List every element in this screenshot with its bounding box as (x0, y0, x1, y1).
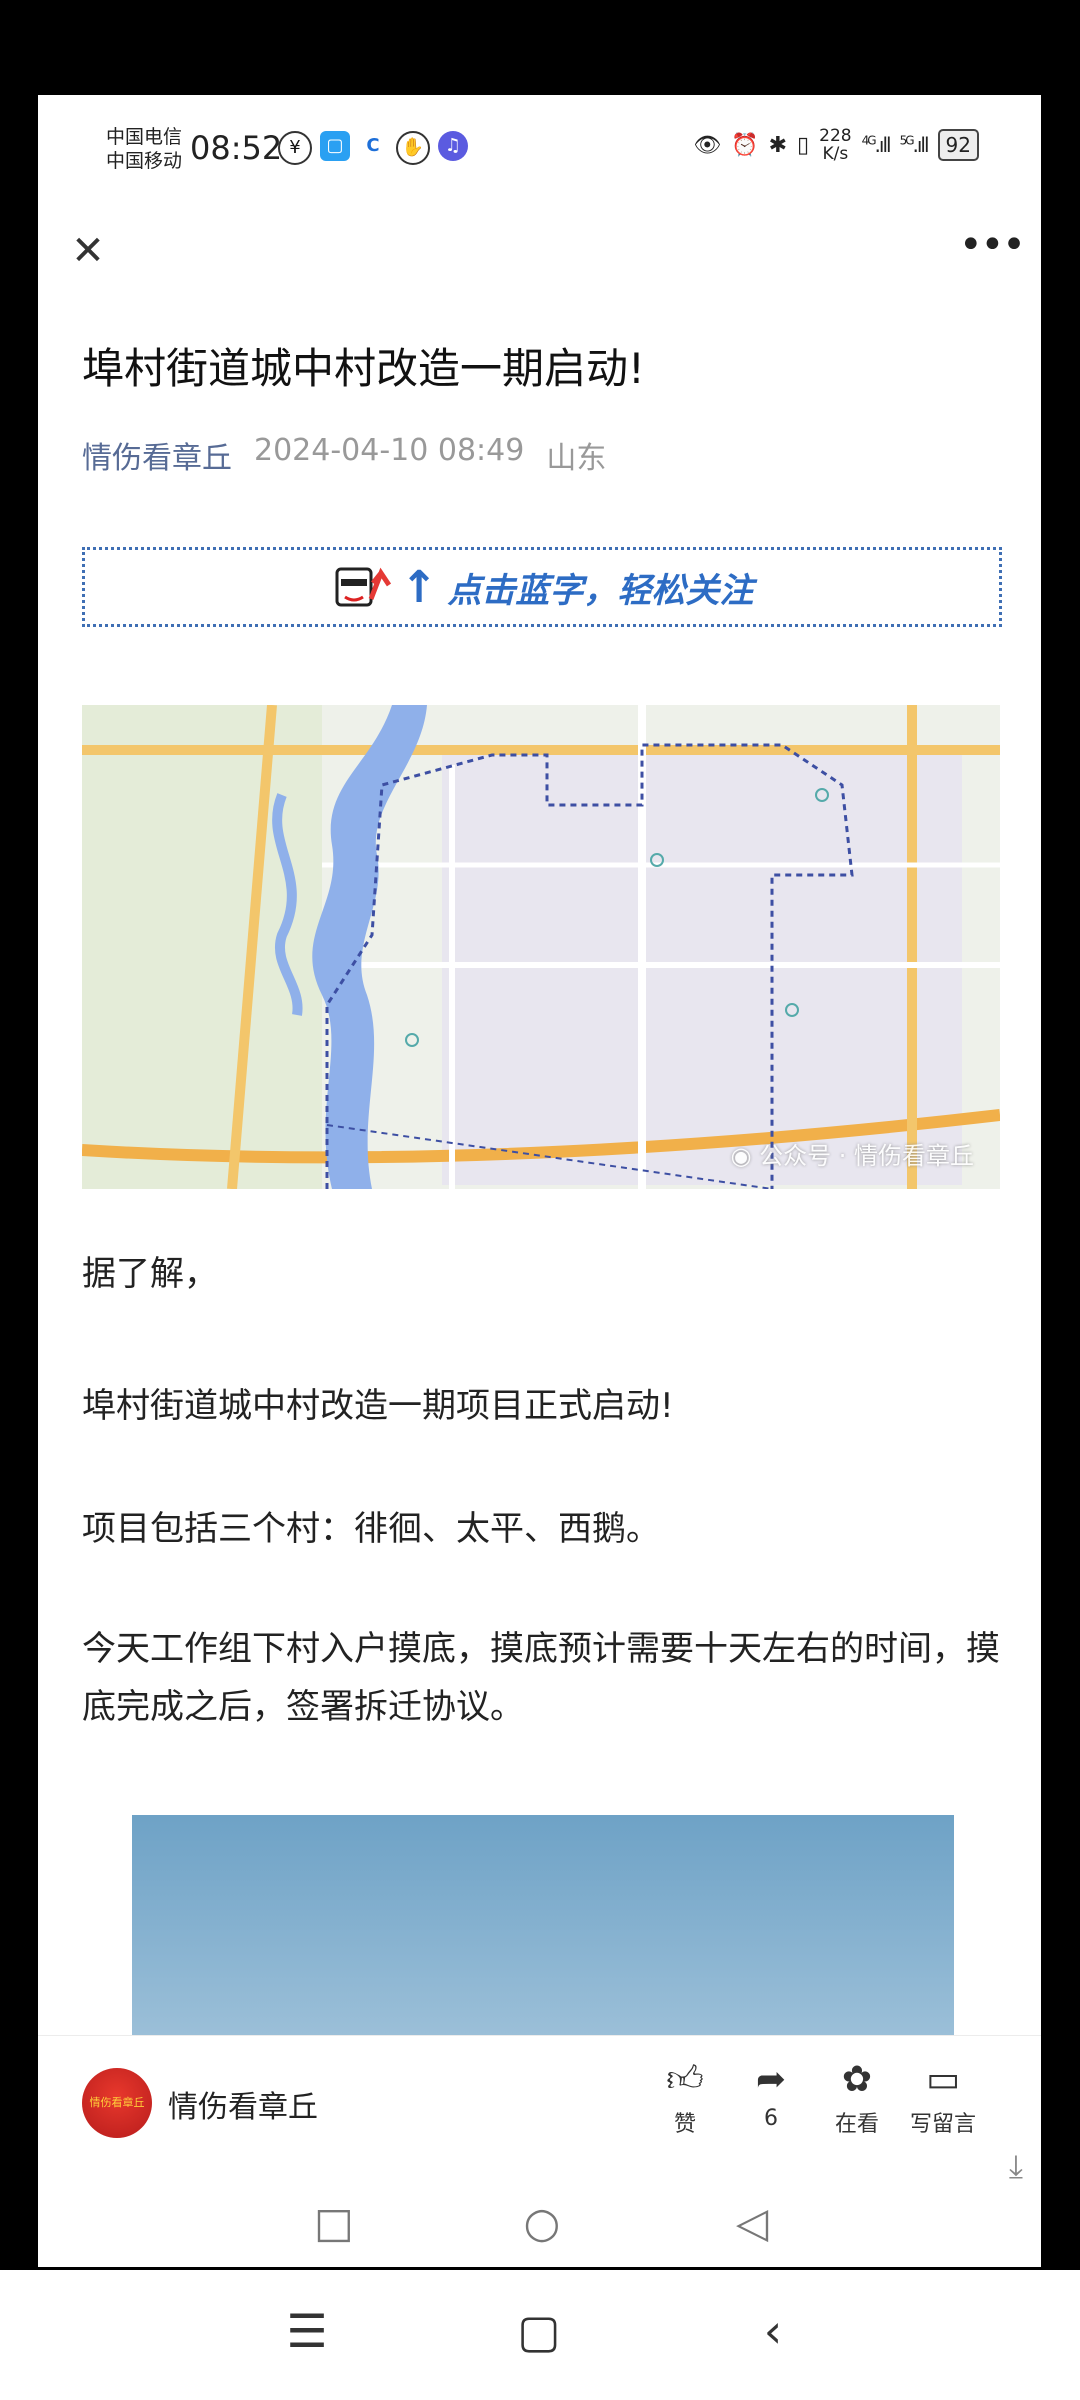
menu-icon: ☰ (286, 2304, 328, 2358)
system-back-button[interactable]: ‹ (738, 2296, 808, 2366)
avatar-text: 情伤看章丘 (89, 2096, 145, 2109)
arrow-up-icon: ↑ (400, 561, 438, 613)
carrier-2: 中国移动 (106, 150, 183, 172)
bluetooth-icon: ✱ (768, 132, 788, 158)
article-photo[interactable] (132, 1815, 954, 2035)
back-button[interactable]: ◁ (722, 2193, 782, 2253)
comment-label: 写留言 (909, 2112, 976, 2137)
like-label: 赞 (673, 2112, 696, 2137)
vibrate-icon: ▯ (797, 132, 810, 158)
in-app-nav: □ ○ ◁ (38, 2175, 1041, 2265)
article-meta: 情伤看章丘 2024-04-10 08:49 山东 (82, 433, 606, 477)
phone-screen: 中国电信 中国移动 08:52 ¥ ▢ C ✋ ♫ 👁 ⏰ ✱ ▯ 228 K/… (38, 95, 1041, 2267)
bottom-action-bar: 情伤看章丘 情伤看章丘 👍︎ 赞 ➦ 6 ✿ 在看 ▭ 写留言 (38, 2035, 1041, 2156)
network-speed: 228 K/s (819, 127, 851, 163)
square-icon: ▢ (517, 2304, 561, 2358)
share-button[interactable]: ➦ 6 (728, 2058, 814, 2138)
alarm-icon: ⏰ (731, 132, 759, 158)
menu-button[interactable]: ☰ (272, 2296, 342, 2366)
comment-button[interactable]: ▭ 写留言 (900, 2058, 986, 2138)
mascot-icon (331, 559, 391, 615)
notification-icons: ¥ ▢ C ✋ ♫ (278, 131, 468, 165)
recent-apps-button[interactable]: □ (304, 2193, 364, 2253)
publish-location: 山东 (546, 441, 607, 476)
wow-label: 在看 (834, 2112, 879, 2137)
share-icon: ➦ (755, 2059, 787, 2100)
status-time: 08:52 (190, 129, 283, 167)
system-nav-bar: ☰ ▢ ‹ (0, 2270, 1080, 2400)
carrier-labels: 中国电信 中国移动 (106, 125, 182, 173)
speed-unit: K/s (822, 144, 849, 164)
status-bar: 中国电信 中国移动 08:52 ¥ ▢ C ✋ ♫ 👁 ⏰ ✱ ▯ 228 K/… (38, 95, 1041, 195)
speed-value: 228 (819, 126, 852, 146)
publish-datetime: 2024-04-10 08:49 (254, 433, 525, 468)
circle-icon: ○ (523, 2198, 561, 2247)
square-icon: □ (314, 2198, 354, 2247)
more-button[interactable]: ••• (959, 223, 1026, 279)
paragraph-3: 项目包括三个村：徘徊、太平、西鹅。 (82, 1509, 660, 1549)
share-count: 6 (764, 2106, 778, 2131)
account-avatar[interactable]: 情伤看章丘 (82, 2068, 152, 2138)
author-link[interactable]: 情伤看章丘 (82, 433, 232, 477)
article-actions: 👍︎ 赞 ➦ 6 ✿ 在看 ▭ 写留言 (642, 2058, 986, 2138)
wow-icon: ✿ (841, 2059, 873, 2100)
watermark-text: 公众号 · 情伤看章丘 (759, 1142, 974, 1170)
wow-button[interactable]: ✿ 在看 (814, 2058, 900, 2138)
close-icon: ✕ (71, 228, 105, 274)
signal-4g: 4G.ıll (861, 133, 892, 157)
article-map-image[interactable]: ◉ 公众号 · 情伤看章丘 (82, 705, 1000, 1189)
account-name[interactable]: 情伤看章丘 (168, 2082, 318, 2126)
paragraph-2: 埠村街道城中村改造一期项目正式启动! (82, 1386, 674, 1426)
paragraph-1: 据了解， (82, 1254, 218, 1294)
chevron-left-icon: ‹ (763, 2304, 783, 2358)
home-square-button[interactable]: ▢ (504, 2296, 574, 2366)
close-button[interactable]: ✕ (60, 223, 116, 279)
wechat-icon: ◉ (730, 1142, 760, 1170)
signal-5g: 5G.ıll (899, 133, 930, 157)
like-button[interactable]: 👍︎ 赞 (642, 2058, 728, 2138)
eye-icon: 👁 (693, 132, 722, 158)
battery-indicator: 92 (937, 129, 979, 161)
more-icon: ••• (959, 222, 1026, 268)
follow-text: 点击蓝字，轻松关注 (447, 570, 754, 611)
system-indicators: 👁 ⏰ ✱ ▯ 228 K/s 4G.ıll 5G.ıll 92 (693, 127, 979, 163)
map-watermark: ◉ 公众号 · 情伤看章丘 (731, 1136, 974, 1171)
rmb-icon: ¥ (278, 131, 312, 165)
download-icon[interactable]: ⤓ (1009, 2147, 1023, 2186)
paragraph-4: 今天工作组下村入户摸底，摸底预计需要十天左右的时间，摸底完成之后，签署拆迁协议。 (82, 1629, 1000, 1727)
music-icon: ♫ (438, 131, 468, 161)
triangle-back-icon: ◁ (735, 2198, 769, 2247)
article-title: 埠村街道城中村改造一期启动! (82, 344, 645, 393)
comment-icon: ▭ (925, 2059, 960, 2100)
hand-icon: ✋ (396, 131, 430, 165)
app-icon: ▢ (320, 131, 350, 161)
follow-banner[interactable]: ↑ 点击蓝字，轻松关注 (82, 547, 1002, 627)
carrier-1: 中国电信 (106, 126, 183, 148)
browser-icon: C (366, 135, 380, 156)
thumbs-up-icon: 👍︎ (666, 2059, 704, 2100)
home-button[interactable]: ○ (512, 2193, 572, 2253)
map-graphic (82, 705, 1000, 1189)
